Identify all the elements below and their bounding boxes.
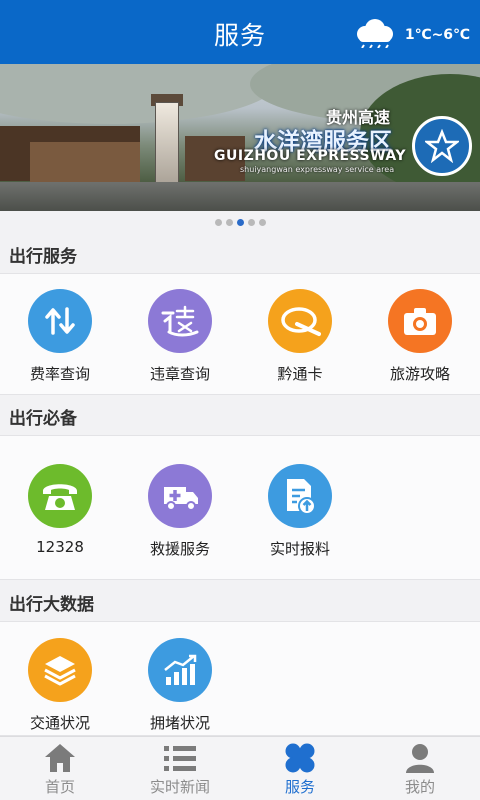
section-header-travel-essentials: 出行必备 — [0, 395, 480, 435]
carousel-dot[interactable] — [225, 218, 233, 226]
bar-chart-icon — [148, 638, 212, 702]
tab-services[interactable]: 服务 — [240, 737, 360, 800]
banner-subtitle: shuiyangwan expressway service area — [240, 165, 395, 174]
tab-label: 服务 — [284, 778, 315, 796]
section-header-travel-big-data: 出行大数据 — [0, 581, 480, 621]
carousel-dot-active[interactable] — [236, 218, 244, 226]
tile-label: 旅游攻略 — [389, 365, 450, 383]
tab-label: 我的 — [404, 778, 435, 796]
cloud-rain-icon — [351, 18, 397, 52]
traffic-status-button[interactable]: 交通状况 — [0, 638, 120, 733]
bottom-tab-bar: 首页 实时新闻 服务 我的 — [0, 736, 480, 800]
phone-icon — [28, 464, 92, 528]
tile-label: 违章查询 — [149, 365, 210, 383]
hotline-12328-button[interactable]: 12328 — [0, 464, 120, 556]
section-title: 出行必备 — [9, 409, 77, 429]
section-header-travel-services: 出行服务 — [0, 233, 480, 273]
violation-icon — [148, 289, 212, 353]
banner-carousel[interactable]: 贵州高速 水洋湾服务区 GUIZHOU EXPRESSWAY shuiyangw… — [0, 64, 480, 211]
rate-query-button[interactable]: 费率查询 — [0, 289, 120, 384]
expressway-logo-icon — [412, 116, 472, 176]
section-travel-essentials: 12328 救援服务 实时报料 — [0, 435, 480, 580]
tile-label: 实时报料 — [269, 540, 330, 558]
ambulance-icon — [148, 464, 212, 528]
user-icon — [360, 740, 480, 776]
tile-label: 交通状况 — [29, 714, 90, 732]
congestion-status-button[interactable]: 拥堵状况 — [120, 638, 240, 733]
section-travel-services: 费率查询 违章查询 黔通卡 旅游攻略 — [0, 273, 480, 395]
qiantong-card-button[interactable]: 黔通卡 — [240, 289, 360, 384]
tile-label: 12328 — [36, 538, 84, 556]
section-title: 出行大数据 — [9, 595, 94, 615]
tab-label: 首页 — [44, 778, 75, 796]
weather-widget[interactable]: 1℃~6℃ — [351, 18, 470, 52]
home-icon — [0, 740, 120, 776]
carousel-indicator — [0, 211, 480, 233]
report-upload-icon — [268, 464, 332, 528]
tab-realtime-news[interactable]: 实时新闻 — [120, 737, 240, 800]
tab-home[interactable]: 首页 — [0, 737, 120, 800]
rescue-service-button[interactable]: 救援服务 — [120, 464, 240, 559]
tile-label: 拥堵状况 — [149, 714, 210, 732]
app-header: 服务 1℃~6℃ — [0, 0, 480, 64]
carousel-dot[interactable] — [247, 218, 255, 226]
layers-icon — [28, 638, 92, 702]
tile-label: 救援服务 — [149, 540, 210, 558]
tab-mine[interactable]: 我的 — [360, 737, 480, 800]
q-card-icon — [268, 289, 332, 353]
tile-label: 黔通卡 — [277, 365, 323, 383]
banner-title-line3: GUIZHOU EXPRESSWAY — [214, 148, 407, 164]
travel-guide-button[interactable]: 旅游攻略 — [360, 289, 480, 384]
section-travel-big-data: 交通状况 拥堵状况 — [0, 621, 480, 736]
camera-icon — [388, 289, 452, 353]
clover-icon — [240, 740, 360, 776]
list-icon — [120, 740, 240, 776]
temperature-label: 1℃~6℃ — [404, 27, 470, 43]
tile-label: 费率查询 — [29, 365, 90, 383]
tab-label: 实时新闻 — [149, 778, 210, 796]
carousel-dot[interactable] — [214, 218, 222, 226]
swap-arrows-icon — [28, 289, 92, 353]
carousel-dot[interactable] — [258, 218, 266, 226]
section-title: 出行服务 — [9, 247, 77, 267]
violation-query-button[interactable]: 违章查询 — [120, 289, 240, 384]
realtime-report-button[interactable]: 实时报料 — [240, 464, 360, 559]
